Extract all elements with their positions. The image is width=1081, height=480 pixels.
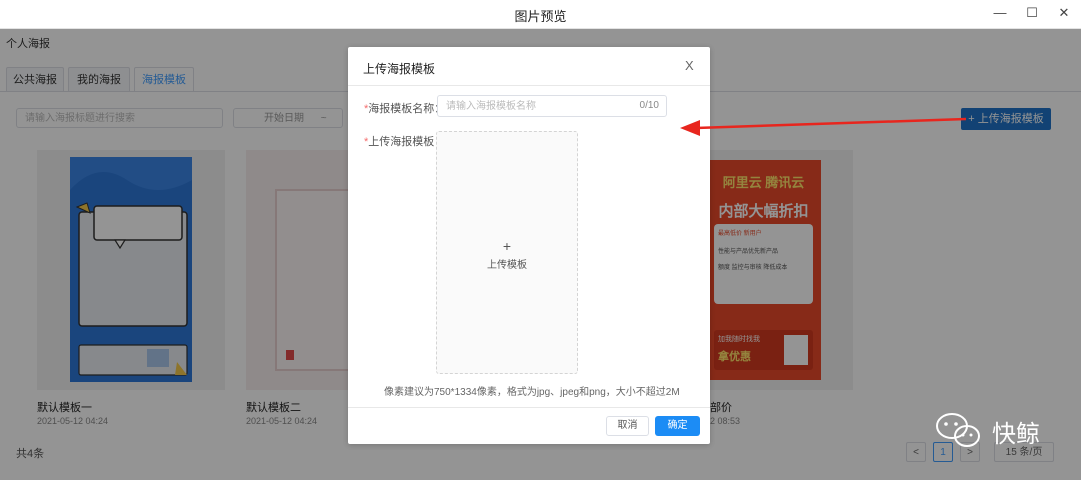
watermark-text: 快鲸	[992, 420, 1040, 448]
wechat-logo-icon	[936, 413, 980, 447]
watermark: 快鲸	[932, 410, 1052, 450]
annotation-arrow-icon	[680, 117, 967, 136]
